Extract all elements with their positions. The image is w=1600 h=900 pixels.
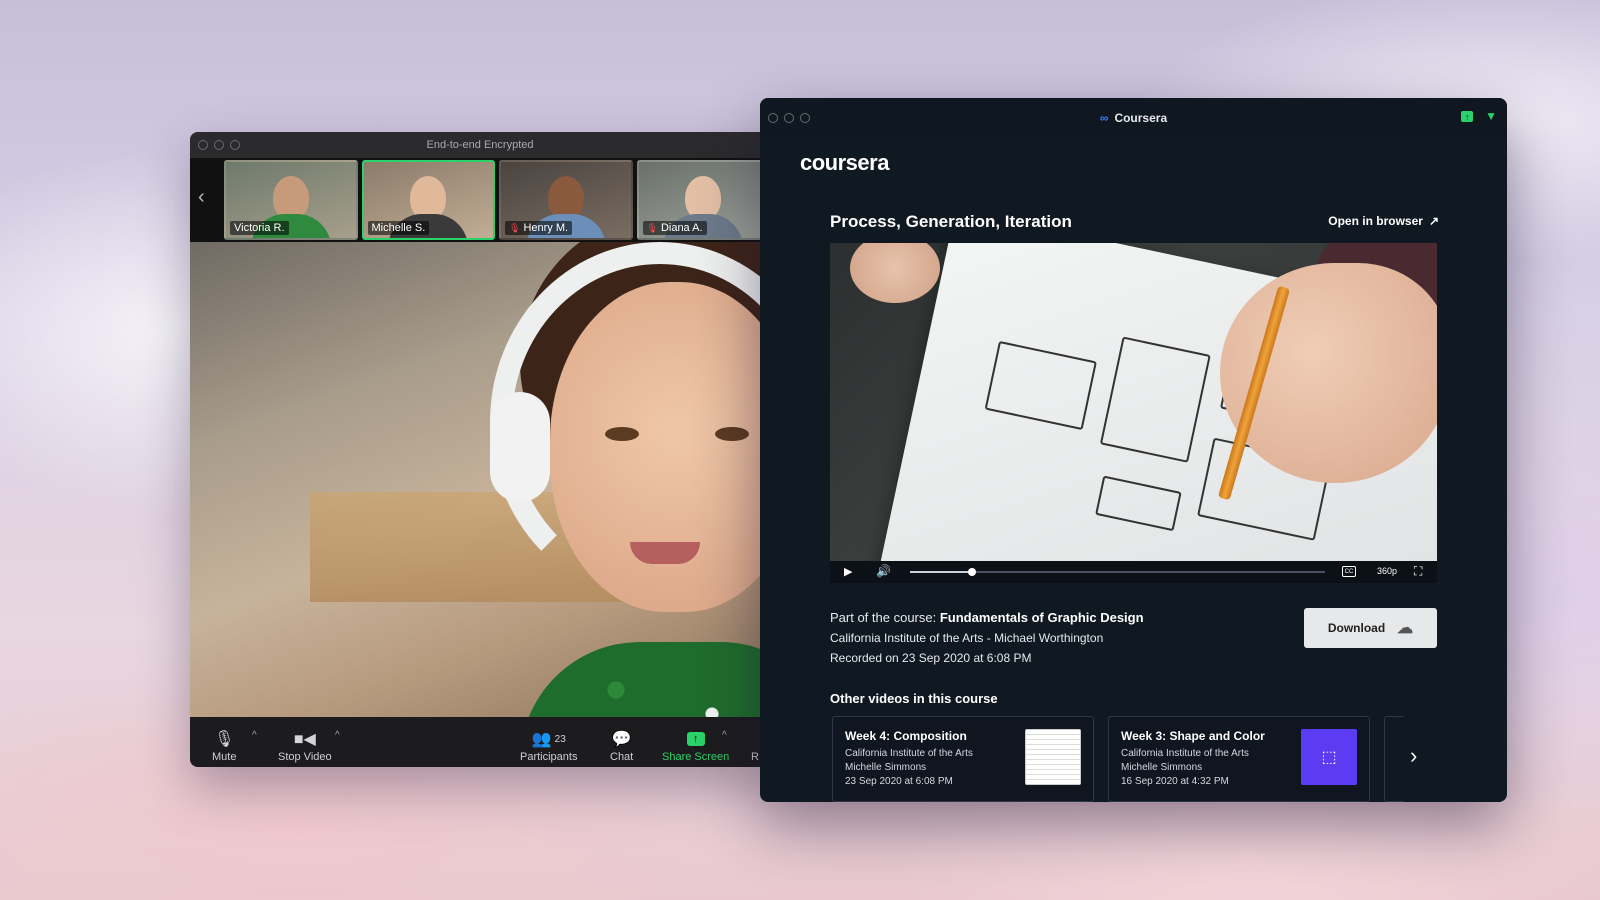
cloud-download-icon: ☁: [1397, 620, 1414, 637]
window-title: Coursera: [1114, 111, 1168, 125]
window-controls: [198, 140, 240, 150]
open-in-browser-link[interactable]: Open in browser ↗: [1328, 214, 1439, 228]
chevron-up-icon[interactable]: ^: [252, 730, 257, 741]
chevron-up-icon[interactable]: ^: [335, 730, 340, 741]
stop-video-button[interactable]: ■◀ Stop Video: [278, 727, 332, 763]
chat-bubble-icon: 💬: [611, 731, 632, 748]
video-thumbnail: [1025, 729, 1081, 785]
course-info: Part of the course: Fundamentals of Grap…: [830, 608, 1144, 668]
recorded-date: Recorded on 23 Sep 2020 at 6:08 PM: [830, 651, 1032, 665]
active-speaker-video: [190, 242, 770, 717]
lesson-title: Process, Generation, Iteration: [830, 212, 1072, 231]
close-window-button[interactable]: [198, 140, 208, 150]
participant-tile[interactable]: Victoria R.: [224, 160, 358, 240]
video-card[interactable]: Week 4: Composition California Institute…: [832, 716, 1094, 802]
coursera-window: ∞ Coursera ↑ ▼ coursera Process, Generat…: [760, 98, 1507, 802]
fullscreen-icon[interactable]: ⛶: [1414, 564, 1422, 579]
video-progress-track[interactable]: [910, 568, 1325, 576]
meeting-toolbar: 🎙 Mute ^ ■◀ Stop Video ^ 👥 23 Participant…: [190, 717, 770, 767]
participant-name: Diana A.: [660, 222, 703, 234]
video-camera-icon: ■◀: [293, 731, 316, 748]
coursera-logo: coursera: [800, 150, 889, 175]
record-button[interactable]: R: [751, 727, 759, 763]
other-videos-list: Week 4: Composition California Institute…: [832, 716, 1404, 802]
video-thumbnail: ⬚: [1301, 729, 1357, 785]
chat-button[interactable]: 💬 Chat: [610, 727, 633, 763]
window-title: End-to-end Encrypted: [426, 139, 534, 151]
coursera-titlebar: ∞ Coursera ↑ ▼: [760, 98, 1507, 138]
volume-icon[interactable]: 🔊: [876, 564, 891, 578]
close-window-button[interactable]: [768, 113, 778, 123]
external-link-icon: ↗: [1428, 214, 1439, 228]
video-quality-selector[interactable]: 360p: [1377, 566, 1397, 576]
mic-muted-icon: 🎙: [509, 222, 521, 233]
chevron-up-icon[interactable]: ^: [722, 730, 727, 741]
video-card[interactable]: Week 3: Shape and Color California Insti…: [1108, 716, 1370, 802]
participants-icon: 👥: [531, 731, 552, 748]
video-card-partial[interactable]: [1384, 716, 1404, 802]
participant-name: Henry M.: [523, 222, 569, 234]
mic-muted-icon: 🎙: [646, 222, 658, 233]
participant-count: 23: [554, 733, 566, 745]
share-screen-icon: ↑: [686, 732, 705, 746]
video-controls: ▶ 🔊 CC 360p ⛶: [830, 561, 1437, 583]
course-name-link[interactable]: Fundamentals of Graphic Design: [940, 610, 1144, 625]
institution-line: California Institute of the Arts - Micha…: [830, 631, 1104, 645]
participant-name: Michelle S.: [371, 222, 426, 234]
zoom-window: End-to-end Encrypted ‹ Victoria R. Miche…: [190, 132, 770, 767]
coursera-app-icon: ∞: [1099, 111, 1108, 125]
participant-tile[interactable]: 🎙 Henry M.: [499, 160, 633, 240]
participants-button[interactable]: 👥 23 Participants: [520, 727, 577, 763]
participant-tile-active[interactable]: Michelle S.: [361, 160, 495, 240]
chevron-left-icon[interactable]: ‹: [198, 186, 205, 209]
share-screen-button[interactable]: ↑ Share Screen: [662, 727, 729, 763]
minimize-window-button[interactable]: [214, 140, 224, 150]
zoom-window-button[interactable]: [230, 140, 240, 150]
play-icon[interactable]: ▶: [844, 565, 852, 578]
captions-icon[interactable]: CC: [1342, 566, 1356, 577]
microphone-icon: 🎙: [214, 731, 235, 748]
other-videos-heading: Other videos in this course: [830, 691, 998, 706]
zoom-titlebar: End-to-end Encrypted: [190, 132, 770, 158]
video-progress-fill: [910, 571, 973, 573]
participant-name: Victoria R.: [234, 222, 285, 234]
filter-icon[interactable]: ▼: [1485, 110, 1497, 122]
download-button[interactable]: Download ☁: [1304, 608, 1437, 648]
minimize-window-button[interactable]: [784, 113, 794, 123]
zoom-window-button[interactable]: [800, 113, 810, 123]
mute-button[interactable]: 🎙 Mute: [212, 727, 236, 763]
window-controls: [768, 113, 810, 123]
chevron-right-icon[interactable]: ›: [1410, 743, 1417, 769]
video-player[interactable]: ▶ 🔊 CC 360p ⛶: [830, 243, 1437, 583]
share-screen-icon[interactable]: ↑: [1461, 111, 1474, 122]
participant-gallery: ‹ Victoria R. Michelle S. 🎙 Henry M. 🎙 Dia…: [190, 158, 770, 242]
participant-tile[interactable]: 🎙 Diana A.: [636, 160, 770, 240]
video-scrubber-handle[interactable]: [968, 568, 977, 576]
